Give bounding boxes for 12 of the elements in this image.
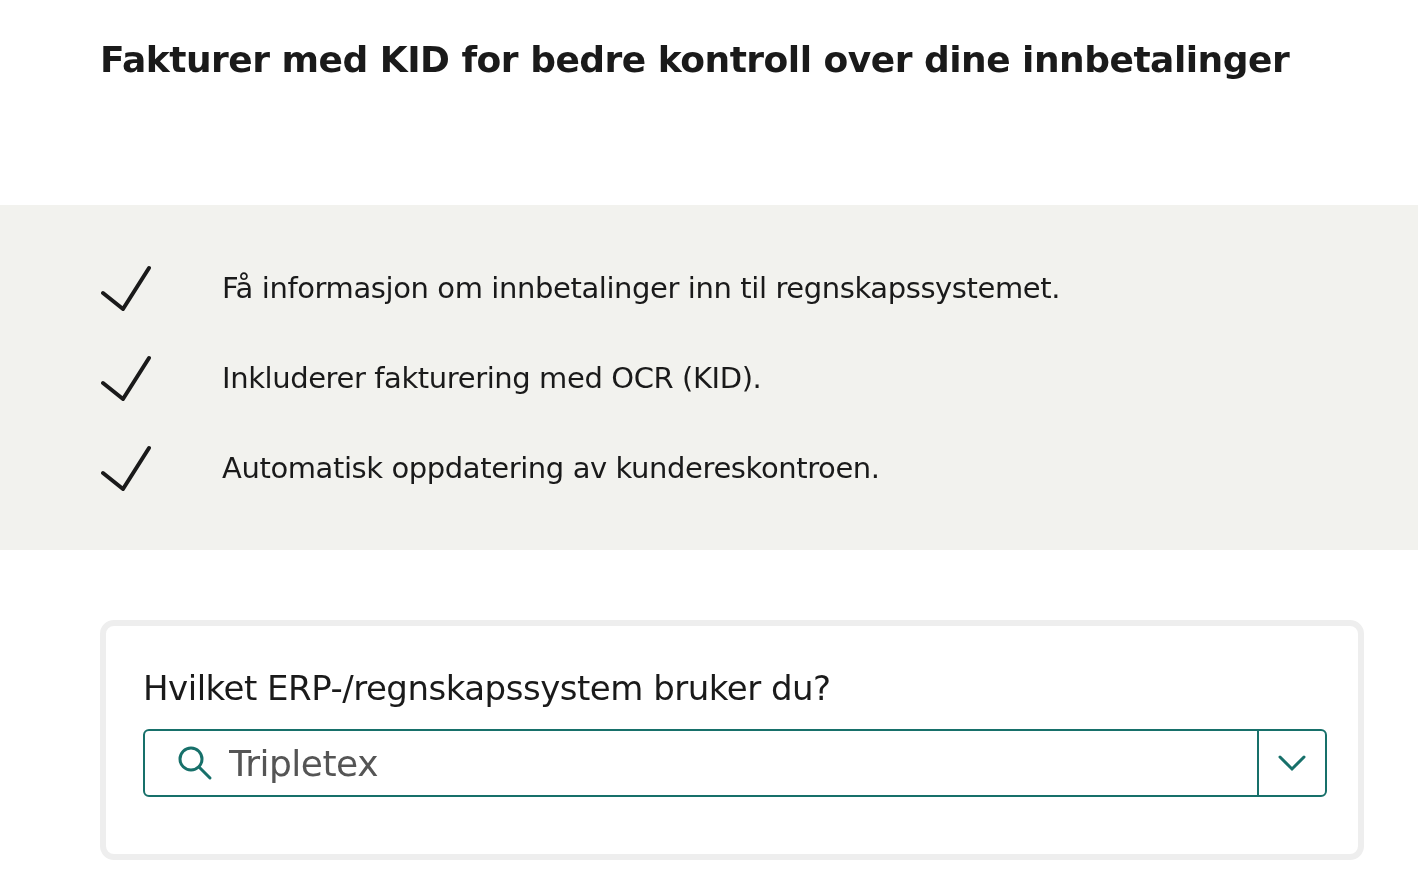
chevron-down-icon[interactable] — [1277, 754, 1307, 772]
checkmark-icon — [100, 354, 152, 401]
search-field[interactable]: Tripletex — [229, 731, 1257, 795]
checkmark-icon — [100, 444, 152, 491]
benefit-text: Automatisk oppdatering av kundereskontroen. — [222, 449, 880, 487]
benefit-text: Inkluderer fakturering med OCR (KID). — [222, 359, 762, 397]
page-heading: Fakturer med KID for bedre kontroll over dine innbetalinger — [100, 38, 1290, 82]
search-icon — [177, 745, 213, 781]
benefit-text: Få informasjon om innbetalinger inn til regnskapssystemet. — [222, 269, 1061, 307]
checkmark-icon — [100, 264, 152, 311]
search-dropdown[interactable]: Tripletex — [143, 729, 1327, 797]
question-label: Hvilket ERP-/regnskapssystem bruker du? — [143, 667, 831, 710]
